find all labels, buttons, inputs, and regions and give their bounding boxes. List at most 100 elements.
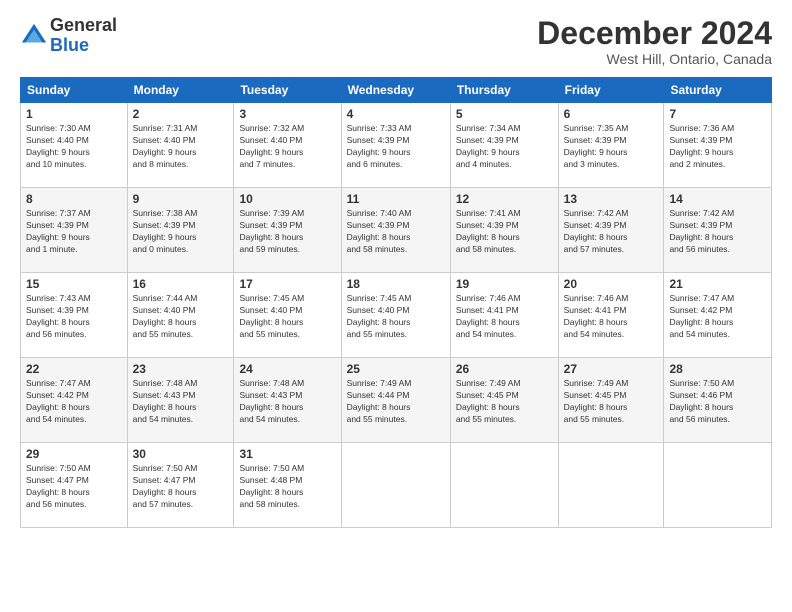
day-info: Sunrise: 7:50 AM Sunset: 4:47 PM Dayligh… [26,463,122,511]
calendar-cell: 3 Sunrise: 7:32 AM Sunset: 4:40 PM Daylig… [234,103,341,188]
calendar-cell: 8Sunrise: 7:37 AM Sunset: 4:39 PM Daylig… [21,188,128,273]
calendar-cell: 23 Sunrise: 7:48 AM Sunset: 4:43 PM Dayli… [127,358,234,443]
day-info: Sunrise: 7:31 AM Sunset: 4:40 PM Dayligh… [133,123,229,171]
col-header-monday: Monday [127,78,234,103]
calendar-week-1: 1 Sunrise: 7:30 AM Sunset: 4:40 PM Daylig… [21,103,772,188]
day-info: Sunrise: 7:50 AM Sunset: 4:48 PM Dayligh… [239,463,335,511]
day-info: Sunrise: 7:46 AM Sunset: 4:41 PM Dayligh… [456,293,553,341]
day-info: Sunrise: 7:41 AM Sunset: 4:39 PM Dayligh… [456,208,553,256]
day-info: Sunrise: 7:47 AM Sunset: 4:42 PM Dayligh… [26,378,122,426]
day-info: Sunrise: 7:30 AM Sunset: 4:40 PM Dayligh… [26,123,122,171]
calendar-cell [664,443,772,528]
day-number: 23 [133,362,229,376]
day-info: Sunrise: 7:38 AM Sunset: 4:39 PM Dayligh… [133,208,229,256]
day-info: Sunrise: 7:39 AM Sunset: 4:39 PM Dayligh… [239,208,335,256]
day-info: Sunrise: 7:49 AM Sunset: 4:45 PM Dayligh… [564,378,659,426]
day-number: 15 [26,277,122,291]
calendar-cell: 28Sunrise: 7:50 AM Sunset: 4:46 PM Dayli… [664,358,772,443]
day-info: Sunrise: 7:49 AM Sunset: 4:44 PM Dayligh… [347,378,445,426]
day-number: 25 [347,362,445,376]
calendar-cell: 22 Sunrise: 7:47 AM Sunset: 4:42 PM Dayli… [21,358,128,443]
day-number: 21 [669,277,766,291]
calendar-cell [450,443,558,528]
day-number: 4 [347,107,445,121]
calendar-cell: 5 Sunrise: 7:34 AM Sunset: 4:39 PM Daylig… [450,103,558,188]
day-info: Sunrise: 7:42 AM Sunset: 4:39 PM Dayligh… [564,208,659,256]
day-info: Sunrise: 7:35 AM Sunset: 4:39 PM Dayligh… [564,123,659,171]
calendar-cell: 7Sunrise: 7:36 AM Sunset: 4:39 PM Daylig… [664,103,772,188]
calendar-cell: 9Sunrise: 7:38 AM Sunset: 4:39 PM Daylig… [127,188,234,273]
day-number: 31 [239,447,335,461]
day-number: 16 [133,277,229,291]
calendar-cell: 18Sunrise: 7:45 AM Sunset: 4:40 PM Dayli… [341,273,450,358]
day-info: Sunrise: 7:32 AM Sunset: 4:40 PM Dayligh… [239,123,335,171]
page: General Blue December 2024 West Hill, On… [0,0,792,612]
day-info: Sunrise: 7:44 AM Sunset: 4:40 PM Dayligh… [133,293,229,341]
calendar-cell: 20Sunrise: 7:46 AM Sunset: 4:41 PM Dayli… [558,273,664,358]
day-number: 26 [456,362,553,376]
logo: General Blue [20,16,117,56]
day-number: 20 [564,277,659,291]
header: General Blue December 2024 West Hill, On… [20,16,772,67]
calendar-cell: 15Sunrise: 7:43 AM Sunset: 4:39 PM Dayli… [21,273,128,358]
day-number: 8 [26,192,122,206]
logo-icon [20,22,48,50]
month-title: December 2024 [537,16,772,51]
day-number: 2 [133,107,229,121]
calendar-cell: 24 Sunrise: 7:48 AM Sunset: 4:43 PM Dayli… [234,358,341,443]
day-number: 29 [26,447,122,461]
day-number: 1 [26,107,122,121]
calendar-cell: 13 Sunrise: 7:42 AM Sunset: 4:39 PM Dayli… [558,188,664,273]
col-header-thursday: Thursday [450,78,558,103]
calendar-cell: 14 Sunrise: 7:42 AM Sunset: 4:39 PM Dayli… [664,188,772,273]
calendar-cell: 30 Sunrise: 7:50 AM Sunset: 4:47 PM Dayli… [127,443,234,528]
day-number: 17 [239,277,335,291]
calendar-cell: 21 Sunrise: 7:47 AM Sunset: 4:42 PM Dayli… [664,273,772,358]
day-info: Sunrise: 7:33 AM Sunset: 4:39 PM Dayligh… [347,123,445,171]
day-number: 30 [133,447,229,461]
col-header-tuesday: Tuesday [234,78,341,103]
calendar-week-5: 29 Sunrise: 7:50 AM Sunset: 4:47 PM Dayli… [21,443,772,528]
day-number: 14 [669,192,766,206]
day-number: 5 [456,107,553,121]
col-header-sunday: Sunday [21,78,128,103]
calendar-cell: 16 Sunrise: 7:44 AM Sunset: 4:40 PM Dayli… [127,273,234,358]
day-info: Sunrise: 7:49 AM Sunset: 4:45 PM Dayligh… [456,378,553,426]
day-number: 19 [456,277,553,291]
calendar-week-2: 8Sunrise: 7:37 AM Sunset: 4:39 PM Daylig… [21,188,772,273]
calendar-cell: 12Sunrise: 7:41 AM Sunset: 4:39 PM Dayli… [450,188,558,273]
day-number: 24 [239,362,335,376]
day-info: Sunrise: 7:48 AM Sunset: 4:43 PM Dayligh… [239,378,335,426]
calendar-header-row: SundayMondayTuesdayWednesdayThursdayFrid… [21,78,772,103]
day-info: Sunrise: 7:50 AM Sunset: 4:47 PM Dayligh… [133,463,229,511]
calendar-table: SundayMondayTuesdayWednesdayThursdayFrid… [20,77,772,528]
day-number: 22 [26,362,122,376]
day-info: Sunrise: 7:34 AM Sunset: 4:39 PM Dayligh… [456,123,553,171]
calendar-cell: 27 Sunrise: 7:49 AM Sunset: 4:45 PM Dayli… [558,358,664,443]
day-info: Sunrise: 7:42 AM Sunset: 4:39 PM Dayligh… [669,208,766,256]
day-number: 7 [669,107,766,121]
col-header-friday: Friday [558,78,664,103]
col-header-wednesday: Wednesday [341,78,450,103]
day-number: 6 [564,107,659,121]
day-info: Sunrise: 7:47 AM Sunset: 4:42 PM Dayligh… [669,293,766,341]
col-header-saturday: Saturday [664,78,772,103]
calendar-cell: 10Sunrise: 7:39 AM Sunset: 4:39 PM Dayli… [234,188,341,273]
day-number: 13 [564,192,659,206]
calendar-cell: 25 Sunrise: 7:49 AM Sunset: 4:44 PM Dayli… [341,358,450,443]
day-number: 3 [239,107,335,121]
calendar-cell: 4 Sunrise: 7:33 AM Sunset: 4:39 PM Daylig… [341,103,450,188]
day-number: 11 [347,192,445,206]
calendar-week-3: 15Sunrise: 7:43 AM Sunset: 4:39 PM Dayli… [21,273,772,358]
day-info: Sunrise: 7:45 AM Sunset: 4:40 PM Dayligh… [347,293,445,341]
calendar-cell: 31 Sunrise: 7:50 AM Sunset: 4:48 PM Dayli… [234,443,341,528]
day-info: Sunrise: 7:48 AM Sunset: 4:43 PM Dayligh… [133,378,229,426]
day-number: 27 [564,362,659,376]
calendar-cell: 6 Sunrise: 7:35 AM Sunset: 4:39 PM Daylig… [558,103,664,188]
calendar-week-4: 22 Sunrise: 7:47 AM Sunset: 4:42 PM Dayli… [21,358,772,443]
day-info: Sunrise: 7:50 AM Sunset: 4:46 PM Dayligh… [669,378,766,426]
title-block: December 2024 West Hill, Ontario, Canada [537,16,772,67]
calendar-cell [558,443,664,528]
logo-general-text: General [50,15,117,35]
calendar-cell: 2 Sunrise: 7:31 AM Sunset: 4:40 PM Daylig… [127,103,234,188]
